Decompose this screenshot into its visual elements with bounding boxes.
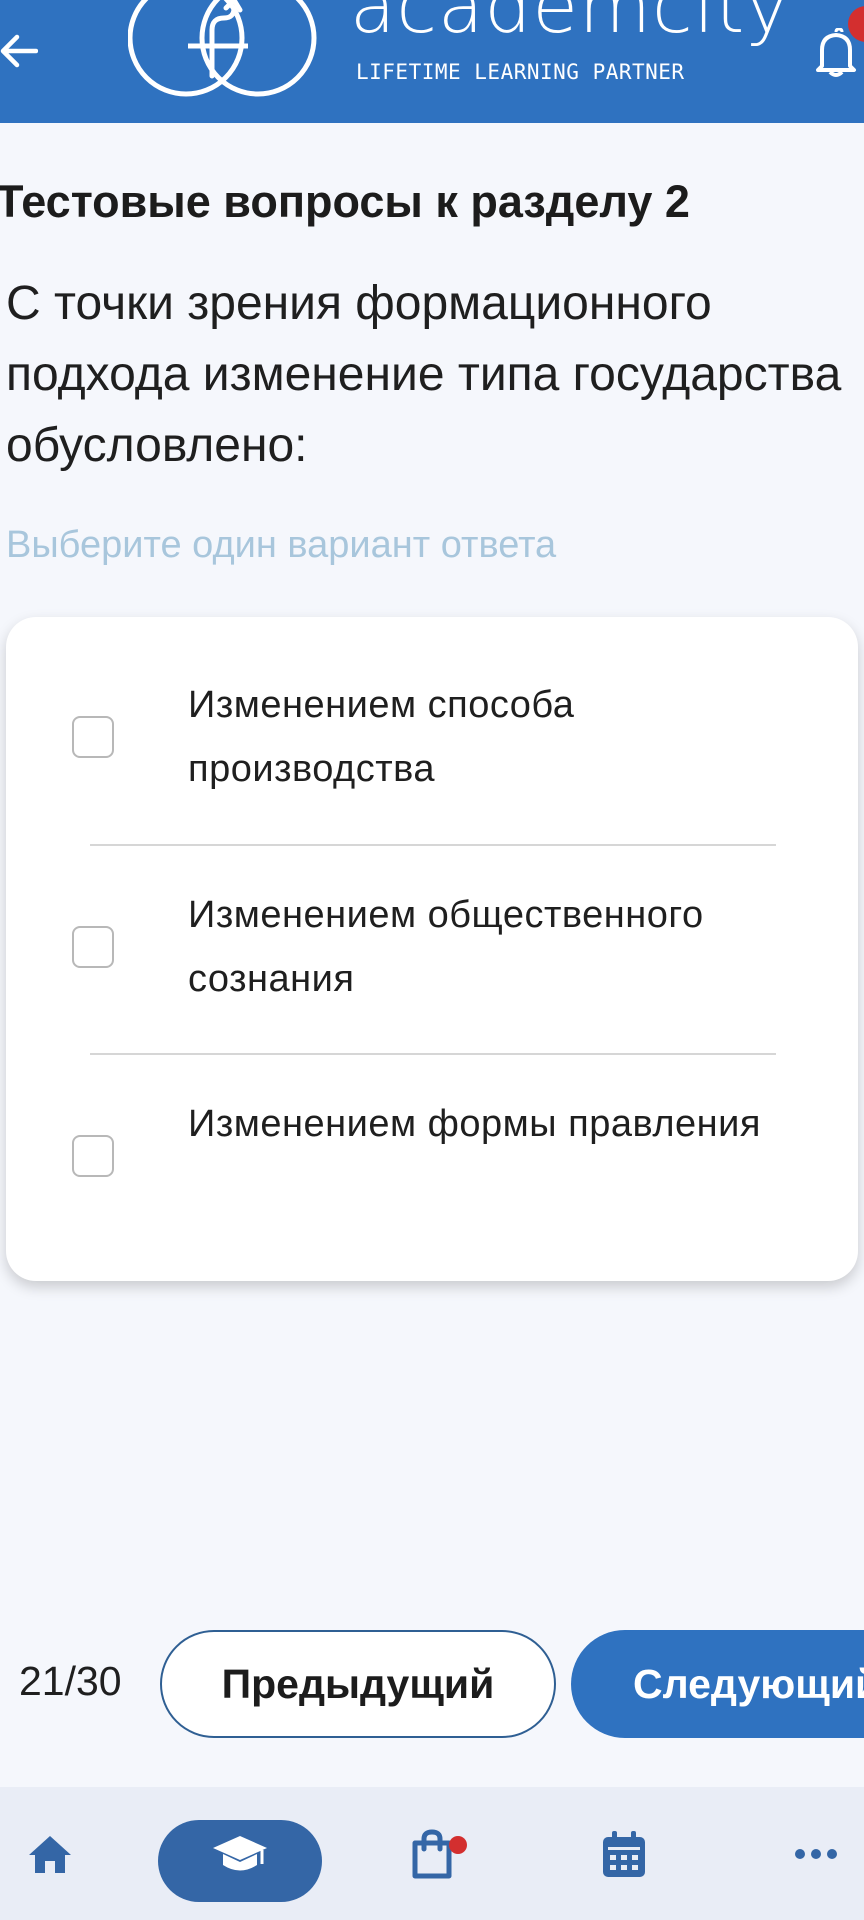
previous-button[interactable]: Предыдущий xyxy=(160,1630,556,1738)
bottom-nav xyxy=(0,1787,864,1920)
answer-option-2[interactable]: Изменением общественного сознания xyxy=(6,827,858,1035)
answer-checkbox[interactable] xyxy=(72,716,114,758)
home-icon xyxy=(29,1835,71,1873)
answer-checkbox[interactable] xyxy=(72,1135,114,1177)
cart-badge-dot xyxy=(449,1836,467,1854)
answer-checkbox[interactable] xyxy=(72,926,114,968)
brand-name: academcity xyxy=(350,0,791,50)
answer-option-label: Изменением общественного сознания xyxy=(188,894,704,1000)
brand-tagline: LIFETIME LEARNING PARTNER xyxy=(356,60,685,84)
answer-option-3[interactable]: Изменением формы правления xyxy=(6,1036,858,1244)
more-icon xyxy=(795,1848,837,1859)
answer-option-1[interactable]: Изменением способа производства xyxy=(6,617,858,825)
back-button[interactable] xyxy=(0,18,50,84)
app-header: academcity LIFETIME LEARNING PARTNER xyxy=(0,0,864,123)
next-button[interactable]: Следующий xyxy=(571,1630,864,1738)
nav-calendar[interactable] xyxy=(584,1787,664,1920)
arrow-left-icon xyxy=(0,34,38,68)
shopping-bag-icon xyxy=(412,1828,452,1878)
nav-home[interactable] xyxy=(10,1787,90,1920)
answer-options-card: Изменением способа производства Изменени… xyxy=(6,617,858,1281)
question-text: С точки зрения формационного подхода изм… xyxy=(6,277,842,472)
answer-option-label: Изменением способа производства xyxy=(188,684,575,790)
nav-courses[interactable] xyxy=(158,1787,322,1920)
graduation-cap-icon xyxy=(213,1835,267,1870)
nav-more[interactable] xyxy=(776,1787,856,1920)
calendar-icon xyxy=(603,1830,645,1877)
question-counter: 21/30 xyxy=(19,1658,122,1704)
answer-option-label: Изменением формы правления xyxy=(188,1103,761,1145)
academcity-logo-icon xyxy=(128,0,317,97)
answer-hint: Выберите один вариант ответа xyxy=(6,524,557,566)
section-title: Тестовые вопросы к разделу 2 xyxy=(0,176,690,227)
